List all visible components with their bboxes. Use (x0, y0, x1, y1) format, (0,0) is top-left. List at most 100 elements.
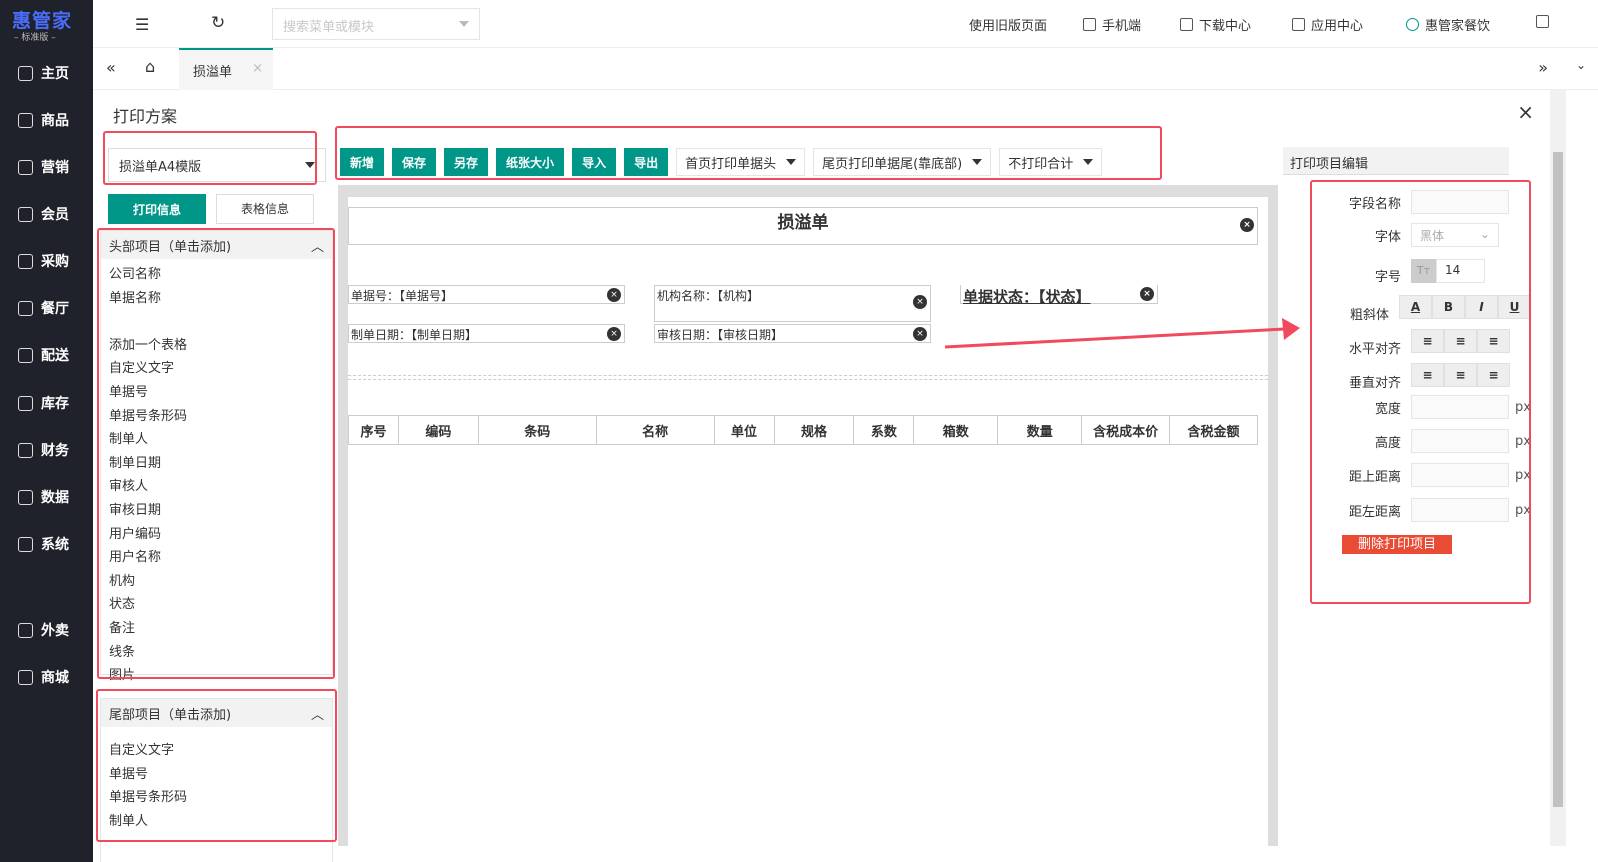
align-right-icon[interactable]: ≡ (1477, 328, 1510, 353)
chevron-up-icon[interactable]: ︿ (311, 704, 324, 723)
search-input[interactable]: 搜索菜单或模块 (272, 8, 480, 40)
toolbar-dropdown-1[interactable]: 尾页打印单据尾(靠底部) (813, 148, 992, 176)
header-item[interactable]: 机构 (101, 570, 332, 594)
old-page-link[interactable]: 使用旧版页面 (969, 15, 1047, 34)
left-input[interactable] (1411, 498, 1509, 522)
toolbar-button-3[interactable]: 纸张大小 (496, 148, 565, 176)
header-item[interactable]: 状态 (101, 593, 332, 617)
apps-link[interactable]: 应用中心 (1292, 15, 1363, 34)
header-item[interactable]: 用户编码 (101, 523, 332, 547)
print-item-editor: 打印项目编辑 字段名称 字体 黑体 ⌄ 字号 Tт 14 粗斜体 A B I U 水平对齐 ≡ ≡… (1283, 147, 1531, 554)
column-header: 序号 (348, 415, 399, 445)
header-item[interactable]: 单据名称 (101, 287, 332, 311)
home-tab-icon[interactable]: ⌂ (145, 57, 155, 76)
header-item[interactable]: 图片 (101, 664, 332, 688)
valign-top-icon[interactable]: ≡ (1411, 362, 1444, 387)
top-input[interactable] (1411, 463, 1509, 487)
toolbar-dropdown-0[interactable]: 首页打印单据头 (676, 148, 806, 176)
chevron-up-icon[interactable]: ︿ (311, 236, 324, 255)
logout-icon[interactable] (1536, 15, 1549, 28)
close-icon[interactable]: × (252, 61, 263, 76)
footer-item[interactable]: 单据号 (101, 763, 332, 787)
monitor-icon (1180, 18, 1193, 31)
delete-print-item-button[interactable]: 删除打印项目 (1342, 535, 1452, 554)
remove-icon[interactable]: × (607, 327, 621, 341)
header-item[interactable]: 添加一个表格 (101, 334, 332, 358)
text-color-button[interactable]: A (1399, 294, 1432, 319)
valign-bottom-icon[interactable]: ≡ (1477, 362, 1510, 387)
template-select[interactable]: 损溢单A4模版 (108, 148, 326, 182)
sidebar-item-0[interactable]: 主页 (0, 58, 93, 88)
field-org[interactable]: 机构名称：【机构】 × (654, 285, 931, 322)
tab-print-info[interactable]: 打印信息 (108, 194, 206, 224)
sidebar-item-11[interactable]: 外卖 (0, 615, 93, 645)
sidebar-item-12[interactable]: 商城 (0, 662, 93, 692)
toolbar-button-2[interactable]: 另存 (444, 148, 489, 176)
tab-loss-overflow[interactable]: 损溢单 × (179, 48, 273, 90)
underline-button[interactable]: U (1498, 294, 1531, 319)
footer-item[interactable]: 制单人 (101, 810, 332, 834)
italic-button[interactable]: I (1465, 294, 1498, 319)
header-item[interactable]: 用户名称 (101, 546, 332, 570)
header-item[interactable]: 审核人 (101, 475, 332, 499)
header-item[interactable]: 单据号条形码 (101, 405, 332, 429)
header-item[interactable]: 备注 (101, 617, 332, 641)
label: 粗斜体 (1349, 308, 1389, 323)
font-size-input[interactable]: 14 (1436, 258, 1485, 283)
sidebar-item-4[interactable]: 采购 (0, 246, 93, 276)
footer-item[interactable]: 自定义文字 (101, 739, 332, 763)
remove-icon[interactable]: × (913, 295, 927, 309)
align-left-icon[interactable]: ≡ (1411, 328, 1444, 353)
menu-toggle-icon[interactable]: ☰ (135, 15, 149, 34)
header-item[interactable]: 公司名称 (101, 263, 332, 287)
scroll-right-icon[interactable]: » (1538, 58, 1548, 77)
close-icon[interactable]: × (1517, 100, 1534, 124)
field-status[interactable]: 单据状态：【状态】 × (960, 285, 1158, 306)
width-input[interactable] (1411, 395, 1509, 419)
sidebar-item-2[interactable]: 营销 (0, 152, 93, 182)
header-item[interactable]: 审核日期 (101, 499, 332, 523)
toolbar-button-0[interactable]: 新增 (340, 148, 385, 176)
sidebar-item-8[interactable]: 财务 (0, 435, 93, 465)
chevron-down-icon[interactable]: ⌄ (1576, 58, 1586, 72)
remove-icon[interactable]: × (607, 288, 621, 302)
sidebar-item-10[interactable]: 系统 (0, 529, 93, 559)
toolbar-dropdown-2[interactable]: 不打印合计 (999, 148, 1103, 176)
doc-title-field[interactable]: 损溢单 × (348, 207, 1258, 245)
toolbar-button-1[interactable]: 保存 (392, 148, 437, 176)
footer-item[interactable]: 单据号条形码 (101, 786, 332, 810)
scroll-left-icon[interactable]: « (106, 58, 116, 77)
bold-button[interactable]: B (1432, 294, 1465, 319)
valign-middle-icon[interactable]: ≡ (1444, 362, 1477, 387)
font-select[interactable]: 黑体 ⌄ (1411, 223, 1499, 247)
header-item[interactable]: 制单人 (101, 428, 332, 452)
sidebar-item-6[interactable]: 配送 (0, 340, 93, 370)
header-item[interactable]: 单据号 (101, 381, 332, 405)
remove-icon[interactable]: × (1140, 287, 1154, 301)
sidebar-item-5[interactable]: 餐厅 (0, 293, 93, 323)
field-name-input[interactable] (1411, 190, 1509, 214)
toolbar-button-4[interactable]: 导入 (572, 148, 617, 176)
field-doc-no[interactable]: 单据号：【单据号】 × (348, 285, 625, 304)
sidebar-item-7[interactable]: 库存 (0, 388, 93, 418)
tab-table-info[interactable]: 表格信息 (216, 194, 314, 224)
scrollbar[interactable] (1550, 90, 1566, 846)
header-item[interactable]: 自定义文字 (101, 357, 332, 381)
sidebar-item-3[interactable]: 会员 (0, 199, 93, 229)
field-audit-date[interactable]: 审核日期：【审核日期】 × (654, 324, 931, 343)
header-item[interactable]: 线条 (101, 641, 332, 665)
user-menu[interactable]: 惠管家餐饮 (1406, 15, 1490, 34)
mobile-link[interactable]: 手机端 (1083, 15, 1141, 34)
remove-icon[interactable]: × (1240, 218, 1254, 232)
field-made-date[interactable]: 制单日期：【制单日期】 × (348, 324, 625, 343)
download-link[interactable]: 下载中心 (1180, 15, 1251, 34)
toolbar-button-5[interactable]: 导出 (624, 148, 669, 176)
header-item[interactable]: 制单日期 (101, 452, 332, 476)
editor-title: 打印项目编辑 (1283, 147, 1509, 175)
align-center-icon[interactable]: ≡ (1444, 328, 1477, 353)
sidebar-item-9[interactable]: 数据 (0, 482, 93, 512)
sidebar-item-1[interactable]: 商品 (0, 105, 93, 135)
remove-icon[interactable]: × (913, 327, 927, 341)
refresh-icon[interactable]: ↻ (211, 13, 225, 33)
height-input[interactable] (1411, 429, 1509, 453)
